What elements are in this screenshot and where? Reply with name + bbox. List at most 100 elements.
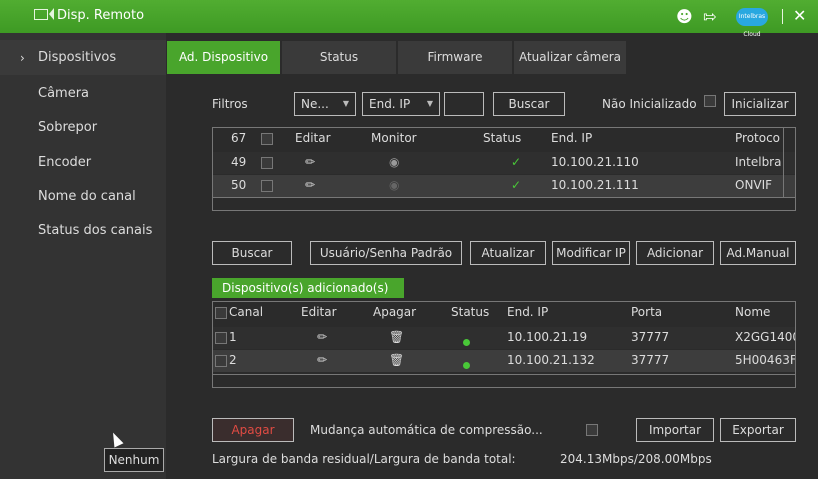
header-status: Status	[483, 131, 522, 145]
row-protocol: Intelbra	[735, 155, 782, 169]
tab-ad-dispositivo[interactable]: Ad. Dispositivo	[167, 41, 280, 74]
horizontal-scrollbar[interactable]	[213, 197, 795, 210]
modify-ip-button[interactable]: Modificar IP	[552, 241, 630, 265]
sidebar-item-encoder[interactable]: Encoder	[38, 155, 91, 170]
camera-lens-icon	[49, 8, 54, 20]
header-name: Nome	[735, 305, 771, 319]
table-header: 67 Editar Monitor Status End. IP Protoco	[213, 128, 795, 150]
search-devices-button[interactable]: Buscar	[212, 241, 292, 265]
header-edit: Editar	[301, 305, 337, 319]
table-header: Canal Editar Apagar Status End. IP Porta…	[213, 302, 795, 324]
title-bar: Disp. Remoto ☻ ⇰ Intelbras Cloud ✕	[0, 0, 818, 38]
row-name: X2GG1400	[735, 330, 796, 344]
edit-icon[interactable]: ✏	[317, 353, 327, 367]
row-ip: 10.100.21.111	[551, 178, 639, 192]
tab-firmware[interactable]: Firmware	[398, 41, 512, 74]
initialize-button[interactable]: Inicializar	[724, 92, 796, 116]
sidebar-item-sobrepor[interactable]: Sobrepor	[38, 120, 97, 135]
cloud-icon[interactable]: Intelbras Cloud	[736, 8, 768, 38]
filter-field-select[interactable]: End. IP ▼	[362, 92, 440, 116]
delete-button[interactable]: Apagar	[212, 418, 294, 442]
chevron-right-icon: ›	[20, 51, 25, 65]
row-port: 37777	[631, 330, 670, 344]
chevron-down-icon: ▼	[426, 99, 433, 108]
header-status: Status	[451, 305, 490, 319]
row-port: 37777	[631, 353, 670, 367]
check-icon: ✓	[511, 178, 522, 192]
table-row[interactable]: 49 ✏ ◉ ✓ 10.100.21.110 Intelbra	[213, 152, 795, 174]
row-checkbox[interactable]	[261, 157, 273, 169]
sidebar-item-status-dos-canais[interactable]: Status dos canais	[38, 223, 152, 238]
trash-icon[interactable]: 🗑	[389, 353, 404, 367]
uninitialized-checkbox[interactable]	[704, 95, 716, 107]
eye-icon[interactable]: ◉	[389, 178, 399, 192]
table-row[interactable]: 2 ✏ 🗑 10.100.21.132 37777 5H00463F	[213, 350, 795, 372]
trash-icon[interactable]: 🗑	[389, 330, 404, 344]
header-ip: End. IP	[507, 305, 549, 319]
table-row[interactable]: 1 ✏ 🗑 10.100.21.19 37777 X2GG1400	[213, 327, 795, 349]
export-button[interactable]: Exportar	[720, 418, 796, 442]
bandwidth-label: Largura de banda residual/Largura de ban…	[212, 452, 516, 466]
horizontal-scrollbar[interactable]	[213, 374, 795, 387]
auto-compression-label: Mudança automática de compressão...	[310, 423, 543, 437]
edit-icon[interactable]: ✏	[317, 330, 327, 344]
manual-add-button[interactable]: Ad.Manual	[720, 241, 796, 265]
add-button[interactable]: Adicionar	[636, 241, 714, 265]
header-port: Porta	[631, 305, 663, 319]
logout-icon[interactable]: ⇰	[703, 7, 716, 26]
row-checkbox[interactable]	[261, 180, 273, 192]
edit-icon[interactable]: ✏	[305, 155, 315, 169]
user-gear-icon[interactable]: ☻	[676, 7, 693, 26]
search-results-table: 67 Editar Monitor Status End. IP Protoco…	[212, 127, 796, 211]
sidebar-item-dispositivos[interactable]: Dispositivos	[38, 50, 116, 65]
tooltip: Nenhum	[104, 448, 164, 472]
filters-label: Filtros	[212, 97, 248, 111]
select-all-checkbox[interactable]	[261, 133, 273, 145]
refresh-button[interactable]: Atualizar	[470, 241, 546, 265]
row-number: 49	[231, 155, 247, 169]
header-delete: Apagar	[373, 305, 417, 319]
vertical-scrollbar[interactable]	[783, 128, 795, 199]
row-channel: 1	[229, 330, 237, 344]
select-all-checkbox[interactable]	[215, 307, 227, 319]
status-online-icon	[463, 335, 470, 349]
table-row[interactable]: 50 ✏ ◉ ✓ 10.100.21.111 ONVIF	[213, 175, 795, 197]
tab-status[interactable]: Status	[282, 41, 396, 74]
filter-type-value: Ne...	[301, 97, 329, 111]
sidebar-item-nome-do-canal[interactable]: Nome do canal	[38, 189, 136, 204]
row-checkbox[interactable]	[215, 332, 227, 344]
filter-type-select[interactable]: Ne... ▼	[294, 92, 356, 116]
row-number: 50	[231, 178, 247, 192]
sidebar-item-camera[interactable]: Câmera	[38, 86, 89, 101]
header-ip: End. IP	[551, 131, 593, 145]
uninitialized-label: Não Inicializado	[602, 97, 697, 111]
row-ip: 10.100.21.132	[507, 353, 595, 367]
bandwidth-value: 204.13Mbps/208.00Mbps	[560, 452, 712, 466]
filter-value-input[interactable]	[444, 92, 484, 116]
row-protocol: ONVIF	[735, 178, 773, 192]
header-edit: Editar	[295, 131, 331, 145]
row-checkbox[interactable]	[215, 355, 227, 367]
header-channel: Canal	[229, 305, 264, 319]
auto-compression-checkbox[interactable]	[586, 424, 598, 436]
import-button[interactable]: Importar	[636, 418, 714, 442]
check-icon: ✓	[511, 155, 522, 169]
title-separator	[782, 9, 783, 24]
edit-icon[interactable]: ✏	[305, 178, 315, 192]
search-button[interactable]: Buscar	[493, 92, 565, 116]
header-protocol: Protoco	[735, 131, 781, 145]
filter-field-value: End. IP	[369, 97, 411, 111]
row-channel: 2	[229, 353, 237, 367]
camera-icon	[34, 9, 48, 20]
close-icon[interactable]: ✕	[793, 6, 806, 25]
default-credentials-button[interactable]: Usuário/Senha Padrão	[310, 241, 462, 265]
tab-atualizar-camera[interactable]: Atualizar câmera	[514, 41, 626, 74]
added-devices-label: Dispositivo(s) adicionado(s)	[212, 278, 404, 298]
window-title: Disp. Remoto	[57, 8, 145, 23]
eye-icon[interactable]: ◉	[389, 155, 399, 169]
status-online-icon	[463, 358, 470, 372]
row-name: 5H00463F	[735, 353, 796, 367]
header-count: 67	[231, 131, 247, 145]
added-devices-table: Canal Editar Apagar Status End. IP Porta…	[212, 301, 796, 388]
chevron-down-icon: ▼	[342, 99, 349, 108]
